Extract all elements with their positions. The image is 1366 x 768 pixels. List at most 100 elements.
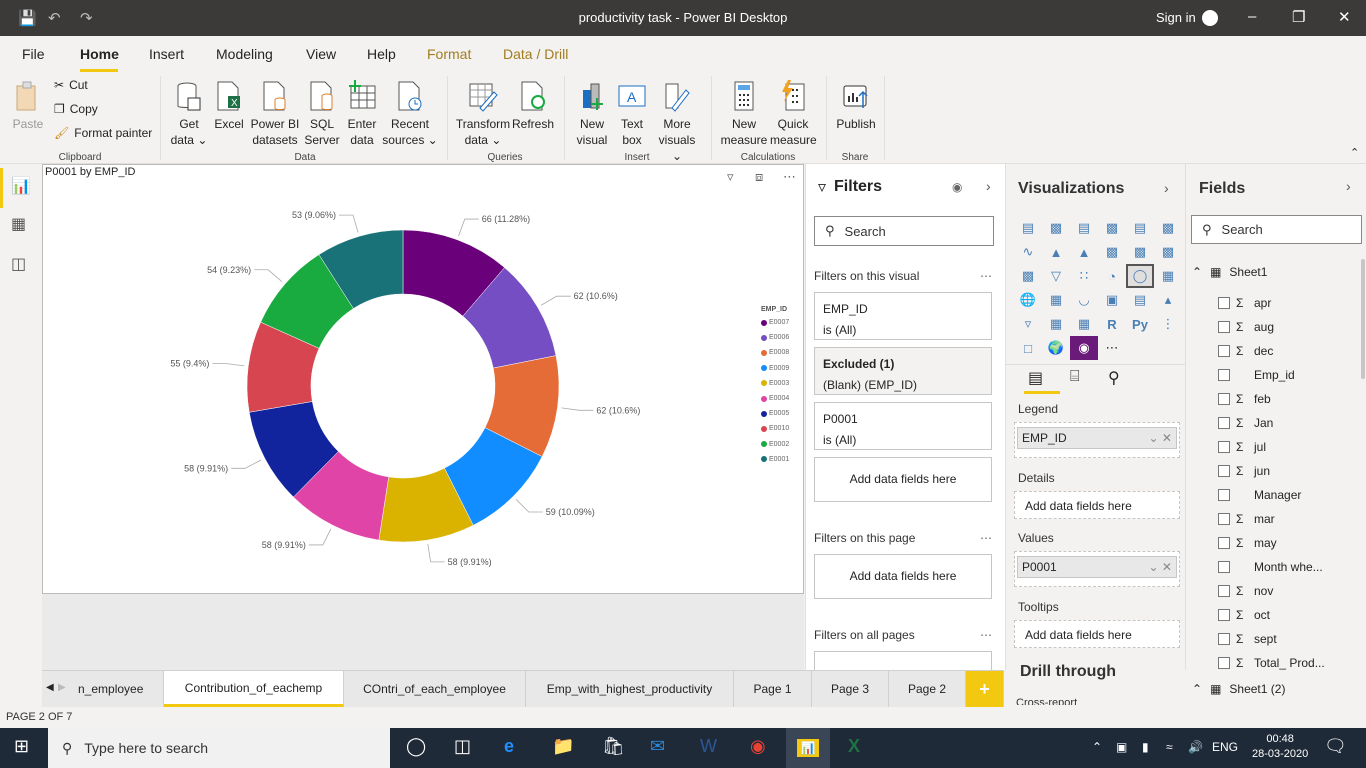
- report-view-icon[interactable]: 📊: [11, 176, 31, 196]
- legend-item-E0006[interactable]: E0006: [761, 334, 789, 341]
- menu-home[interactable]: Home: [80, 46, 119, 62]
- collapse-visualizations-icon[interactable]: ›: [1164, 180, 1169, 196]
- line-clustered-column-icon[interactable]: ▩: [1098, 240, 1126, 264]
- page-tab[interactable]: COntri_of_each_employee: [344, 671, 526, 707]
- collapse-ribbon-icon[interactable]: ⌃: [1350, 146, 1359, 159]
- filter-card-excluded[interactable]: Excluded (1) (Blank) (EMP_ID): [814, 347, 992, 395]
- stacked-column-chart-icon[interactable]: ▩: [1042, 216, 1070, 240]
- new-visual-button[interactable]: New visual: [572, 74, 612, 148]
- field-checkbox[interactable]: [1218, 345, 1230, 357]
- matrix-icon[interactable]: ▦: [1070, 312, 1098, 336]
- format-roller-icon[interactable]: ⌸: [1070, 368, 1080, 386]
- close-icon[interactable]: ✕: [1338, 8, 1351, 26]
- page-tab[interactable]: Page 1: [734, 671, 812, 707]
- slicer-icon[interactable]: ▿: [1014, 312, 1042, 336]
- data-view-icon[interactable]: ▦: [11, 214, 26, 234]
- 100-stacked-bar-chart-icon[interactable]: ▤: [1126, 216, 1154, 240]
- avatar[interactable]: [1202, 10, 1218, 26]
- filled-map-icon[interactable]: ▦: [1042, 288, 1070, 312]
- excel-button[interactable]: X Excel: [212, 74, 246, 132]
- power-bi-taskbar-icon[interactable]: 📊: [786, 728, 830, 768]
- values-well[interactable]: P0001 ⌄ ✕: [1014, 551, 1180, 587]
- windows-start-icon[interactable]: ⊞: [14, 736, 29, 757]
- page-tab[interactable]: Page 3: [812, 671, 889, 707]
- field-checkbox[interactable]: [1218, 609, 1230, 621]
- sql-server-button[interactable]: SQL Server: [302, 74, 342, 148]
- power-bi-datasets-button[interactable]: Power BI datasets: [248, 74, 302, 148]
- python-visual-icon[interactable]: Py: [1126, 312, 1154, 336]
- page-tab[interactable]: Page 2: [889, 671, 966, 707]
- field-item[interactable]: Manager: [1218, 488, 1301, 502]
- transform-data-button[interactable]: Transform data ⌄: [455, 74, 511, 148]
- donut-chart-icon[interactable]: ◯: [1126, 264, 1154, 288]
- mail-icon[interactable]: ✉: [650, 736, 665, 757]
- refresh-button[interactable]: Refresh: [512, 74, 554, 132]
- analytics-icon[interactable]: ⚲: [1108, 368, 1120, 388]
- legend-well[interactable]: EMP_ID ⌄ ✕: [1014, 422, 1180, 458]
- text-box-button[interactable]: A Text box: [614, 74, 650, 148]
- cut-button[interactable]: ✂ Cut: [54, 78, 88, 92]
- fields-tab-icon[interactable]: ▤: [1028, 368, 1043, 388]
- legend-item-E0005[interactable]: E0005: [761, 410, 789, 417]
- funnel-icon[interactable]: ▽: [1042, 264, 1070, 288]
- map-icon[interactable]: 🌐: [1014, 288, 1042, 312]
- battery-icon[interactable]: ▮: [1142, 740, 1149, 754]
- add-visual-filter-field[interactable]: Add data fields here: [814, 457, 992, 502]
- menu-data-drill[interactable]: Data / Drill: [503, 46, 568, 62]
- excel-icon[interactable]: X: [848, 736, 860, 757]
- eye-icon[interactable]: ◉: [952, 180, 962, 194]
- field-item[interactable]: Σfeb: [1218, 392, 1271, 406]
- field-item[interactable]: Σaug: [1218, 320, 1274, 334]
- field-item[interactable]: Σ Jan: [1218, 416, 1273, 430]
- waterfall-chart-icon[interactable]: ▩: [1014, 264, 1042, 288]
- show-hidden-icons[interactable]: ⌃: [1092, 740, 1102, 754]
- more-options-icon[interactable]: ⋯: [980, 628, 992, 642]
- collapse-filters-icon[interactable]: ›: [986, 178, 991, 194]
- model-view-icon[interactable]: ◫: [11, 254, 26, 274]
- cortana-icon[interactable]: ◯: [406, 736, 426, 757]
- filter-card-p0001[interactable]: P0001 is (All): [814, 402, 992, 450]
- field-item[interactable]: Σdec: [1218, 344, 1273, 358]
- table-icon[interactable]: ▦: [1042, 312, 1070, 336]
- legend-item-E0002[interactable]: E0002: [761, 441, 789, 448]
- store-icon[interactable]: 🛍: [602, 736, 625, 757]
- values-field-pill[interactable]: P0001 ⌄ ✕: [1017, 556, 1177, 578]
- field-checkbox[interactable]: [1218, 585, 1230, 597]
- field-item[interactable]: Σjul: [1218, 440, 1266, 454]
- field-checkbox[interactable]: [1218, 513, 1230, 525]
- new-measure-button[interactable]: New measure: [718, 74, 770, 148]
- field-item[interactable]: Σmay: [1218, 536, 1277, 550]
- filter-card-emp-id[interactable]: EMP_ID is (All): [814, 292, 992, 340]
- format-painter-button[interactable]: 🖌 Format painter: [54, 126, 152, 140]
- next-page-icon[interactable]: ▶: [58, 682, 66, 693]
- field-checkbox[interactable]: [1218, 417, 1230, 429]
- field-checkbox[interactable]: [1218, 657, 1230, 669]
- line-stacked-column-icon[interactable]: ▩: [1126, 240, 1154, 264]
- menu-format[interactable]: Format: [427, 46, 471, 62]
- field-checkbox[interactable]: [1218, 633, 1230, 645]
- page-tab-active[interactable]: Contribution_of_eachemp: [164, 671, 344, 707]
- task-view-icon[interactable]: ◫: [454, 736, 471, 757]
- field-item[interactable]: Σapr: [1218, 296, 1271, 310]
- scatter-chart-icon[interactable]: ∷: [1070, 264, 1098, 288]
- fields-search-input[interactable]: ⚲ Search: [1191, 215, 1362, 244]
- quick-measure-button[interactable]: Quick measure: [770, 74, 817, 148]
- minimize-icon[interactable]: –: [1248, 8, 1256, 25]
- tooltips-well[interactable]: Add data fields here: [1014, 620, 1180, 648]
- more-visuals-button[interactable]: More visuals ⌄: [652, 74, 702, 164]
- file-explorer-icon[interactable]: 📁: [552, 736, 574, 757]
- publish-button[interactable]: Publish: [834, 74, 878, 132]
- chrome-icon[interactable]: ◉: [750, 736, 766, 757]
- legend-item-E0010[interactable]: E0010: [761, 425, 789, 432]
- menu-help[interactable]: Help: [367, 46, 396, 62]
- edge-icon[interactable]: e: [504, 736, 514, 757]
- field-checkbox[interactable]: [1218, 441, 1230, 453]
- taskbar-search-input[interactable]: ⚲ Type here to search: [48, 728, 390, 768]
- 100-stacked-column-chart-icon[interactable]: ▩: [1154, 216, 1182, 240]
- details-well[interactable]: Add data fields here: [1014, 491, 1180, 519]
- legend-item-E0008[interactable]: E0008: [761, 349, 789, 356]
- network-status-icon[interactable]: ▣: [1116, 740, 1127, 754]
- more-visuals-ellipsis-icon[interactable]: ⋯: [1098, 336, 1126, 360]
- volume-icon[interactable]: 🔊: [1188, 740, 1203, 754]
- recent-sources-button[interactable]: Recent sources ⌄: [382, 74, 438, 148]
